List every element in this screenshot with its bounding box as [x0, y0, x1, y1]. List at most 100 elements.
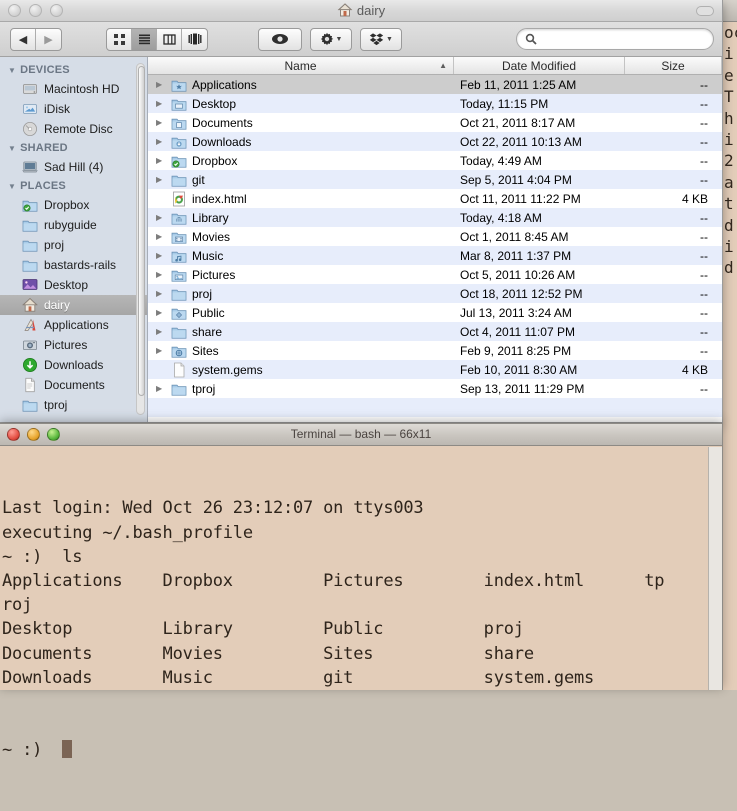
file-name-cell[interactable]: ▶ Desktop — [148, 96, 454, 112]
file-name-cell[interactable]: ▶ Sites — [148, 343, 454, 359]
navigation-buttons[interactable]: ◀ ▶ — [10, 27, 62, 51]
sidebar-item-applications[interactable]: Applications — [0, 315, 147, 335]
table-row[interactable]: ▶ Dropbox Today, 4:49 AM -- — [148, 151, 722, 170]
list-view-button[interactable] — [132, 28, 157, 50]
disclosure-triangle-icon[interactable]: ▶ — [156, 156, 166, 165]
file-name-cell[interactable]: ▶ proj — [148, 286, 454, 302]
column-header-size[interactable]: Size — [625, 57, 722, 74]
terminal-output[interactable]: Last login: Wed Oct 26 23:12:07 on ttys0… — [0, 446, 722, 811]
disclosure-triangle-icon[interactable]: ▶ — [156, 384, 166, 393]
table-row[interactable]: ▶ Pictures Oct 5, 2011 10:26 AM -- — [148, 265, 722, 284]
coverflow-view-button[interactable] — [182, 29, 207, 50]
sidebar-section-devices[interactable]: ▼ DEVICES — [0, 61, 147, 79]
file-name-cell[interactable]: ▶ Pictures — [148, 267, 454, 283]
background-terminal-window[interactable]: ocieThi2atdid — [723, 0, 737, 690]
sidebar-item-idisk[interactable]: iDisk — [0, 99, 147, 119]
fullscreen-button[interactable] — [696, 6, 714, 16]
background-terminal-titlebar[interactable] — [723, 0, 737, 22]
column-header-name[interactable]: Name ▲ — [148, 57, 454, 74]
file-name-cell[interactable]: ▶ share — [148, 324, 454, 340]
file-name-cell[interactable]: ▶ Dropbox — [148, 153, 454, 169]
dropbox-menu-button[interactable]: ▼ — [360, 27, 402, 51]
disclosure-triangle-icon[interactable]: ▶ — [156, 251, 166, 260]
disclosure-triangle-icon[interactable]: ▼ — [8, 144, 16, 153]
sidebar-item-proj[interactable]: proj — [0, 235, 147, 255]
file-list-column-headers[interactable]: Name ▲ Date Modified Size — [148, 57, 722, 75]
finder-window[interactable]: dairy ◀ ▶ ▼ ▼ ▼ DEVICES Macintosh HD iDi… — [0, 0, 723, 423]
table-row[interactable]: ▶ proj Oct 18, 2011 12:52 PM -- — [148, 284, 722, 303]
table-row[interactable]: ▶ Sites Feb 9, 2011 8:25 PM -- — [148, 341, 722, 360]
table-row[interactable]: ▶ Desktop Today, 11:15 PM -- — [148, 94, 722, 113]
disclosure-triangle-icon[interactable]: ▶ — [156, 270, 166, 279]
disclosure-triangle-icon[interactable]: ▶ — [156, 308, 166, 317]
search-input[interactable] — [542, 32, 702, 46]
search-field[interactable] — [516, 28, 714, 50]
sidebar-item-pictures[interactable]: Pictures — [0, 335, 147, 355]
sidebar-item-desktop[interactable]: Desktop — [0, 275, 147, 295]
table-row[interactable]: index.html Oct 11, 2011 11:22 PM 4 KB — [148, 189, 722, 208]
file-name-cell[interactable]: ▶ Movies — [148, 229, 454, 245]
table-row[interactable]: ▶ share Oct 4, 2011 11:07 PM -- — [148, 322, 722, 341]
sidebar-item-macintosh-hd[interactable]: Macintosh HD — [0, 79, 147, 99]
forward-button[interactable]: ▶ — [36, 29, 61, 50]
disclosure-triangle-icon[interactable]: ▶ — [156, 346, 166, 355]
sidebar-section-shared[interactable]: ▼ SHARED — [0, 139, 147, 157]
table-row[interactable]: ▶ Documents Oct 21, 2011 8:17 AM -- — [148, 113, 722, 132]
terminal-window[interactable]: Terminal — bash — 66x11 Last login: Wed … — [0, 423, 723, 760]
table-row[interactable]: ▶ Applications Feb 11, 2011 1:25 AM -- — [148, 75, 722, 94]
table-row[interactable]: system.gems Feb 10, 2011 8:30 AM 4 KB — [148, 360, 722, 379]
table-row[interactable]: ▶ Movies Oct 1, 2011 8:45 AM -- — [148, 227, 722, 246]
terminal-scrollbar[interactable] — [708, 447, 722, 690]
quicklook-button[interactable] — [258, 27, 302, 51]
column-header-date-modified[interactable]: Date Modified — [454, 57, 625, 74]
disclosure-triangle-icon[interactable]: ▼ — [8, 182, 16, 191]
file-name-cell[interactable]: ▶ Public — [148, 305, 454, 321]
finder-titlebar[interactable]: dairy — [0, 0, 722, 22]
finder-sidebar[interactable]: ▼ DEVICES Macintosh HD iDisk Remote Disc ▼ SHA… — [0, 57, 148, 422]
disclosure-triangle-icon[interactable]: ▶ — [156, 80, 166, 89]
file-name-cell[interactable]: ▶ Library — [148, 210, 454, 226]
sidebar-scrollbar-thumb[interactable] — [138, 66, 145, 396]
disclosure-triangle-icon[interactable]: ▶ — [156, 289, 166, 298]
file-name-cell[interactable]: ▶ Applications — [148, 77, 454, 93]
column-view-button[interactable] — [157, 28, 182, 50]
sidebar-section-places[interactable]: ▼ PLACES — [0, 177, 147, 195]
disclosure-triangle-icon[interactable]: ▶ — [156, 232, 166, 241]
table-row[interactable]: ▶ Downloads Oct 22, 2011 10:13 AM -- — [148, 132, 722, 151]
sidebar-item-dairy[interactable]: dairy — [0, 295, 147, 315]
terminal-titlebar[interactable]: Terminal — bash — 66x11 — [0, 424, 722, 446]
sidebar-item-documents[interactable]: Documents — [0, 375, 147, 395]
table-row[interactable]: ▶ Library Today, 4:18 AM -- — [148, 208, 722, 227]
sidebar-item-dropbox[interactable]: Dropbox — [0, 195, 147, 215]
back-button[interactable]: ◀ — [11, 28, 36, 50]
view-mode-switcher[interactable] — [106, 27, 208, 51]
disclosure-triangle-icon[interactable]: ▶ — [156, 175, 166, 184]
table-row[interactable]: ▶ tproj Sep 13, 2011 11:29 PM -- — [148, 379, 722, 398]
disclosure-triangle-icon[interactable]: ▶ — [156, 118, 166, 127]
icon-view-button[interactable] — [107, 28, 132, 50]
table-row[interactable]: ▶ git Sep 5, 2011 4:04 PM -- — [148, 170, 722, 189]
sidebar-item-bastards-rails[interactable]: bastards-rails — [0, 255, 147, 275]
file-list-pane[interactable]: Name ▲ Date Modified Size ▶ Applications F… — [148, 57, 722, 422]
sidebar-item-rubyguide[interactable]: rubyguide — [0, 215, 147, 235]
file-name-cell[interactable]: ▶ git — [148, 172, 454, 188]
sidebar-scrollbar[interactable] — [136, 63, 145, 415]
finder-toolbar[interactable]: ◀ ▶ ▼ ▼ — [0, 22, 722, 57]
disclosure-triangle-icon[interactable]: ▶ — [156, 213, 166, 222]
file-name-cell[interactable]: ▶ tproj — [148, 381, 454, 397]
file-name-cell[interactable]: ▶ Downloads — [148, 134, 454, 150]
file-name-cell[interactable]: system.gems — [148, 362, 454, 378]
table-row[interactable]: ▶ Public Jul 13, 2011 3:24 AM -- — [148, 303, 722, 322]
sidebar-item-tproj[interactable]: tproj — [0, 395, 147, 415]
sidebar-item-sad-hill-4[interactable]: Sad Hill (4) — [0, 157, 147, 177]
file-name-cell[interactable]: index.html — [148, 191, 454, 207]
table-row[interactable]: ▶ Music Mar 8, 2011 1:37 PM -- — [148, 246, 722, 265]
sidebar-item-remote-disc[interactable]: Remote Disc — [0, 119, 147, 139]
disclosure-triangle-icon[interactable]: ▶ — [156, 137, 166, 146]
action-menu-button[interactable]: ▼ — [310, 27, 352, 51]
sidebar-item-downloads[interactable]: Downloads — [0, 355, 147, 375]
disclosure-triangle-icon[interactable]: ▶ — [156, 327, 166, 336]
disclosure-triangle-icon[interactable]: ▼ — [8, 66, 16, 75]
disclosure-triangle-icon[interactable]: ▶ — [156, 99, 166, 108]
file-name-cell[interactable]: ▶ Music — [148, 248, 454, 264]
